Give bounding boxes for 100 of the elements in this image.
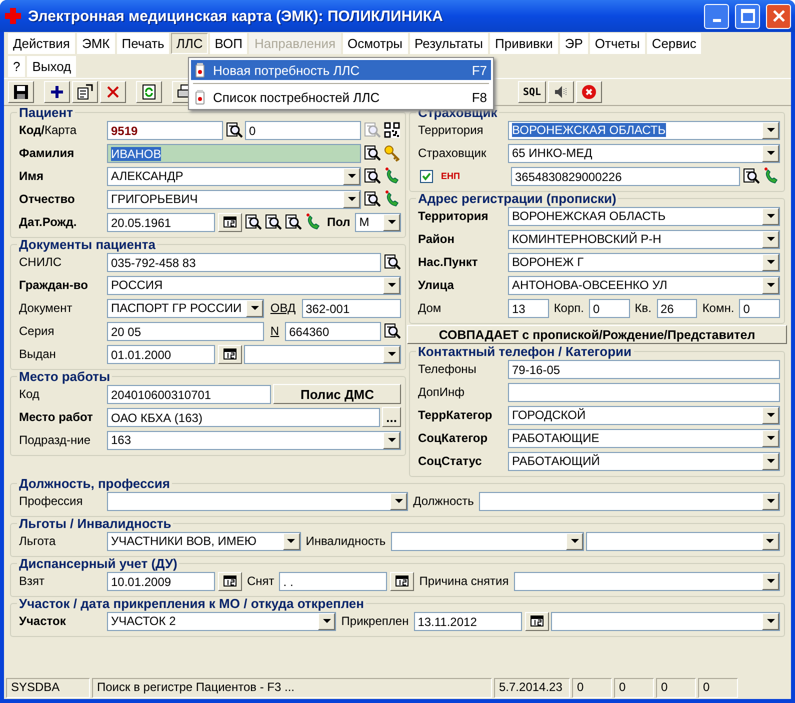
dropdown-field[interactable] [478,492,780,510]
dropdown-field[interactable]: ПАСПОРТ ГР РОССИИ [107,298,264,318]
dropdown-field[interactable] [107,492,408,510]
save-button[interactable] [8,81,34,103]
text-field[interactable]: 20 05 [107,322,264,340]
menu-item[interactable]: ЛЛС [171,33,208,54]
dropdown-button[interactable] [762,532,779,550]
dropdown-field[interactable]: УЧАСТНИКИ ВОВ, ИМЕЮ [107,532,301,550]
dropdown-button[interactable] [762,612,779,630]
text-field[interactable]: 3654830829000226 [511,166,740,186]
calendar-button[interactable] [218,344,242,364]
calendar-button[interactable] [218,572,242,590]
search-icon[interactable] [363,167,381,185]
menu-item[interactable]: ЭР [560,33,588,54]
text-field[interactable]: 204010600310701 [107,384,272,404]
action-button[interactable]: Полис ДМС [273,384,401,404]
link[interactable]: ОВД [266,301,300,315]
dropdown-button[interactable] [383,214,400,230]
qr-code-icon[interactable] [383,121,401,139]
text-field[interactable]: 0 [588,298,630,318]
speaker-button[interactable] [548,81,574,103]
dropdown-button[interactable] [762,144,779,162]
dropdown-field[interactable]: РОССИЯ [107,276,401,294]
dropdown-field[interactable]: АНТОНОВА-ОВСЕЕНКО УЛ [508,276,780,294]
text-field[interactable]: ИВАНОВ [107,144,361,162]
dropdown-button[interactable] [390,492,408,510]
phone-icon[interactable] [304,213,322,231]
search-icon[interactable] [363,190,381,208]
dropdown-button[interactable] [383,276,400,294]
action-button[interactable]: ... [382,407,401,427]
date-field[interactable]: 20.05.1961 [107,212,215,232]
search-icon[interactable] [264,213,282,231]
checkbox[interactable] [420,170,433,182]
menu-item[interactable]: ? [8,56,26,77]
menu-item[interactable]: Печать [116,33,170,54]
sql-button[interactable]: SQL [518,81,546,103]
dropdown-button[interactable] [762,276,779,294]
dropdown-button[interactable] [762,492,779,510]
dropdown-field[interactable] [244,344,401,364]
menu-item[interactable]: Прививки [490,33,558,54]
calendar-button[interactable] [218,212,242,232]
dropdown-field[interactable]: РАБОТАЮЩИЕ [508,428,780,448]
calendar-button[interactable] [390,572,414,590]
menu-item[interactable]: Выход [27,56,76,77]
dropdown-button[interactable] [762,254,779,270]
add-button[interactable] [44,81,70,103]
dropdown-field[interactable]: УЧАСТОК 2 [107,612,336,630]
menu-item[interactable]: Отчеты [590,33,645,54]
search-icon[interactable] [383,253,401,271]
text-field[interactable]: 13 [508,298,549,318]
dropdown-button[interactable] [762,208,779,224]
dropdown-button[interactable] [762,406,779,424]
dropdown-button[interactable] [762,572,779,590]
search-icon[interactable] [383,322,401,340]
date-field[interactable]: 01.01.2000 [107,344,215,364]
dropdown-button[interactable] [343,168,360,184]
text-field[interactable]: 362-001 [302,298,401,318]
close-button[interactable] [766,4,791,28]
dropdown-button[interactable] [246,300,264,316]
menu-item[interactable]: ВОП [210,33,248,54]
search-icon[interactable] [363,144,381,162]
dropdown-button[interactable] [383,432,400,448]
text-field[interactable]: 9519 [107,120,223,140]
menu-item[interactable]: Осмотры [342,33,408,54]
menu-item[interactable]: Результаты [410,33,488,54]
text-field[interactable] [508,382,780,402]
link[interactable]: N [266,324,284,338]
properties-button[interactable] [72,81,98,103]
phone-icon[interactable] [383,190,401,208]
dropdown-field[interactable]: 65 ИНКО-МЕД [508,144,780,162]
dropdown-field[interactable]: 163 [107,430,401,450]
menu-item[interactable]: ЭМК [76,33,115,54]
text-field[interactable]: 0 [739,298,780,318]
dropdown-field[interactable]: ВОРОНЕЖСКАЯ ОБЛАСТЬ [508,120,780,140]
delete-button[interactable] [100,81,126,103]
dropdown-field[interactable]: М [355,212,401,232]
dropdown-field[interactable] [390,532,584,550]
date-field[interactable]: 13.11.2012 [414,612,522,630]
dropdown-field[interactable]: АЛЕКСАНДР [107,166,361,186]
dropdown-field[interactable] [586,532,780,550]
dropdown-field[interactable]: ГРИГОРЬЕВИЧ [107,190,361,208]
text-field[interactable]: ОАО КБХА (163) [107,408,380,426]
menu-item[interactable]: Сервис [646,33,702,54]
search-icon[interactable] [225,121,243,139]
key-icon[interactable] [383,144,401,162]
dropdown-field[interactable]: ВОРОНЕЖ Г [508,252,780,272]
text-field[interactable]: 79-16-05 [508,360,780,378]
search-icon[interactable] [244,213,262,231]
dropdown-button[interactable] [343,190,360,208]
text-field[interactable]: 664360 [285,322,381,340]
dropdown-button[interactable] [762,430,779,446]
search-icon[interactable] [284,213,302,231]
minimize-button[interactable] [704,4,729,28]
dropdown-field[interactable]: ВОРОНЕЖСКАЯ ОБЛАСТЬ [508,206,780,226]
dropdown-button[interactable] [282,532,300,550]
dropdown-button[interactable] [318,612,336,630]
dropdown-field[interactable]: РАБОТАЮЩИЙ [508,452,780,470]
maximize-button[interactable] [735,4,760,28]
dropdown-button[interactable] [762,452,779,470]
text-field[interactable]: 0 [245,120,361,140]
